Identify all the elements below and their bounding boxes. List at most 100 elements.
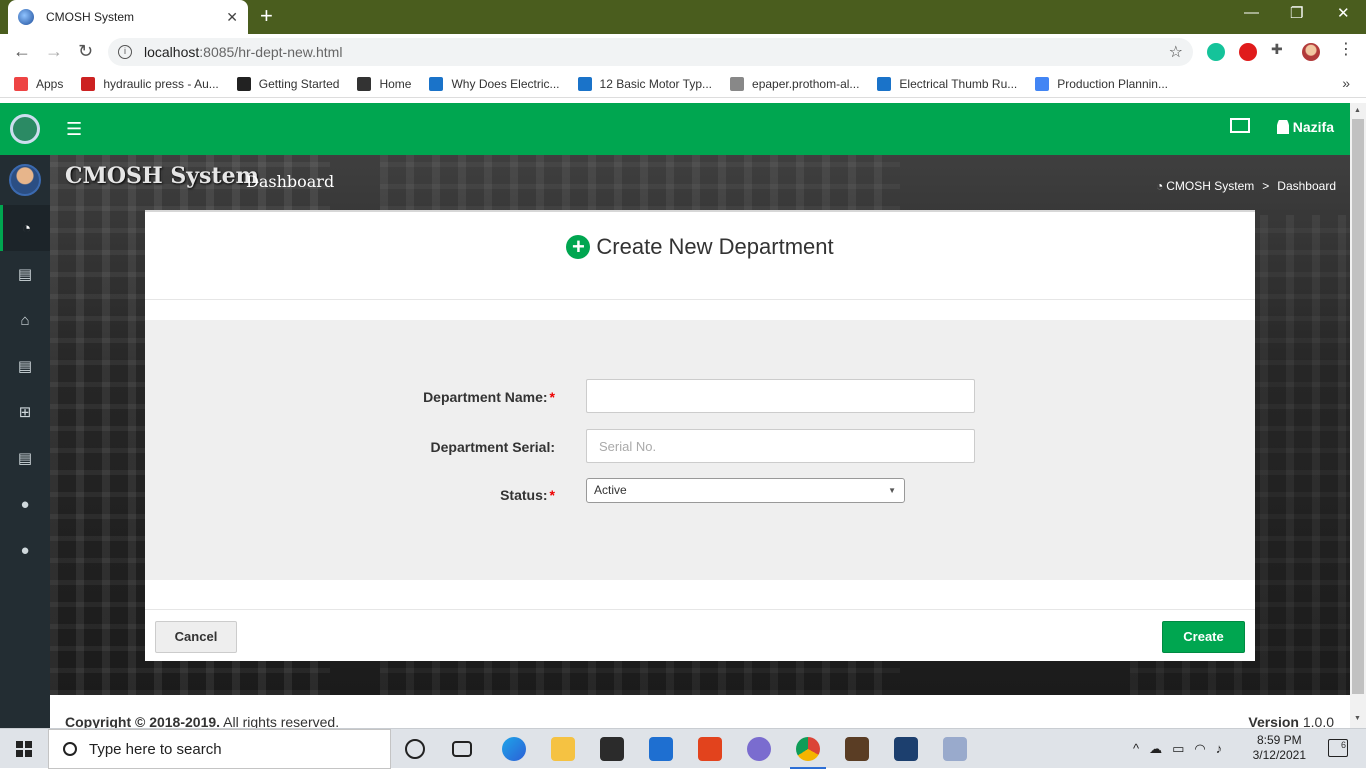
- bookmark-star-icon[interactable]: ☆: [1169, 42, 1183, 62]
- bookmark-item[interactable]: hydraulic press - Au...: [81, 76, 219, 91]
- mail-icon[interactable]: [649, 737, 673, 761]
- extensions-puzzle-icon[interactable]: ✚: [1271, 41, 1289, 59]
- scroll-up-icon[interactable]: ▲: [1354, 107, 1361, 114]
- browser-tab[interactable]: CMOSH System ✕: [8, 0, 248, 34]
- close-tab-icon[interactable]: ✕: [226, 9, 238, 26]
- sidebar-item-medical[interactable]: ⊞: [0, 389, 50, 435]
- windows-start-icon[interactable]: [16, 741, 32, 757]
- app-taskbar-icon[interactable]: [845, 737, 869, 761]
- sidebar-item-hr[interactable]: ▤: [0, 251, 50, 297]
- profile-avatar-icon[interactable]: [1302, 43, 1320, 61]
- scrollbar-thumb[interactable]: [1352, 119, 1364, 694]
- forward-icon[interactable]: →: [45, 41, 63, 62]
- taskbar-search-box[interactable]: Type here to search: [48, 729, 391, 769]
- sidebar-item-records[interactable]: ▤: [0, 343, 50, 389]
- id-card-icon: ▤: [17, 266, 33, 283]
- sidebar-item-dashboard[interactable]: ◔: [0, 205, 50, 251]
- new-tab-icon[interactable]: +: [260, 5, 273, 27]
- adblock-extension-icon[interactable]: [1239, 43, 1257, 61]
- notification-center-icon[interactable]: 6: [1328, 739, 1348, 757]
- sidebar-item-store[interactable]: ⌂: [0, 297, 50, 343]
- status-row: Status: * Active ▼: [145, 478, 1255, 512]
- address-bar[interactable]: i localhost:8085/hr-dept-new.html ☆: [108, 38, 1193, 66]
- basket-icon: ⌂: [20, 311, 30, 329]
- department-serial-row: Department Serial:: [145, 429, 1255, 463]
- doc-icon: [877, 76, 892, 91]
- back-icon[interactable]: ←: [13, 41, 31, 62]
- sidebar-item-users[interactable]: ●: [0, 481, 50, 527]
- browser-tab-bar: CMOSH System ✕ + — ❐ ✕: [0, 0, 1366, 34]
- chevron-up-icon[interactable]: ^: [1133, 741, 1139, 757]
- restore-icon[interactable]: ❐: [1290, 4, 1303, 22]
- chrome-taskbar-icon[interactable]: [790, 737, 826, 769]
- page-title: CMOSH System: [65, 163, 259, 189]
- status-selected-value: Active: [594, 483, 627, 497]
- bookmark-item[interactable]: epaper.prothom-al...: [730, 76, 859, 91]
- bookmarks-bar: Apps hydraulic press - Au... Getting Start…: [0, 70, 1366, 98]
- breadcrumb-current: Dashboard: [1277, 179, 1336, 193]
- wifi-icon[interactable]: ◠: [1194, 741, 1205, 757]
- volume-icon[interactable]: ♪: [1216, 741, 1223, 757]
- taskbar-search-placeholder: Type here to search: [89, 740, 222, 758]
- form-title: Create New Department: [596, 234, 834, 259]
- card-title: + Create New Department: [145, 234, 1255, 260]
- gc-icon: [81, 76, 96, 91]
- bookmark-item[interactable]: Home: [357, 76, 412, 91]
- sidebar-item-profile[interactable]: ●: [0, 527, 50, 573]
- bookmarks-overflow-icon[interactable]: »: [1342, 75, 1350, 91]
- department-serial-input[interactable]: [586, 429, 975, 463]
- paint-icon[interactable]: [943, 737, 967, 761]
- hamburger-menu-icon[interactable]: ☰: [66, 119, 82, 140]
- department-name-label: Department Name: *: [423, 389, 555, 405]
- onedrive-icon[interactable]: ☁: [1149, 741, 1162, 757]
- app-logo[interactable]: [0, 103, 50, 155]
- code-editor-icon[interactable]: [894, 737, 918, 761]
- user-name: Nazifa: [1292, 119, 1334, 135]
- bookmark-label: hydraulic press - Au...: [103, 76, 219, 91]
- task-view-icon[interactable]: [452, 741, 472, 757]
- bookmark-item[interactable]: Getting Started: [236, 76, 339, 91]
- bookmark-item[interactable]: Apps: [14, 76, 63, 91]
- sidebar-user-avatar[interactable]: [0, 155, 50, 205]
- monitor-icon[interactable]: [1230, 118, 1250, 133]
- system-tray: ^ ☁ ▭ ◠ ♪: [1133, 741, 1222, 757]
- edge-icon[interactable]: [502, 737, 526, 761]
- divider: [145, 299, 1255, 300]
- sidebar: ◔ ▤ ⌂ ▤ ⊞ ▤ ● ●: [0, 103, 50, 728]
- sidebar-item-employees[interactable]: ▤: [0, 435, 50, 481]
- file-explorer-icon[interactable]: [551, 737, 575, 761]
- avatar: [9, 164, 41, 196]
- cortana-icon[interactable]: [405, 739, 425, 759]
- cancel-button[interactable]: Cancel: [155, 621, 237, 653]
- chrome-menu-icon[interactable]: ⋮: [1338, 39, 1356, 58]
- bookmark-item[interactable]: Production Plannin...: [1035, 76, 1168, 91]
- window-close-icon[interactable]: ✕: [1337, 4, 1350, 22]
- site-info-icon[interactable]: i: [118, 45, 132, 59]
- bookmark-item[interactable]: Why Does Electric...: [429, 76, 560, 91]
- url-text: localhost:8085/hr-dept-new.html: [144, 44, 343, 60]
- clock[interactable]: 8:59 PM 3/12/2021: [1253, 733, 1306, 763]
- breadcrumb-home[interactable]: CMOSH System: [1166, 179, 1254, 193]
- minimize-icon[interactable]: —: [1244, 4, 1259, 21]
- id-card-icon: ▤: [17, 450, 33, 467]
- create-button[interactable]: Create: [1162, 621, 1245, 653]
- user-menu[interactable]: Nazifa: [1276, 119, 1334, 135]
- store-icon[interactable]: [600, 737, 624, 761]
- bookmark-item[interactable]: 12 Basic Motor Typ...: [577, 76, 712, 91]
- bookmark-label: Why Does Electric...: [451, 76, 560, 91]
- grammarly-extension-icon[interactable]: [1207, 43, 1225, 61]
- page-scrollbar[interactable]: ▲ ▼: [1350, 103, 1366, 728]
- clock-date: 3/12/2021: [1252, 748, 1306, 762]
- department-name-input[interactable]: [586, 379, 975, 413]
- bookmark-item[interactable]: Electrical Thumb Ru...: [877, 76, 1017, 91]
- logo-emblem-icon: [10, 114, 40, 144]
- top-navbar: ☰ Nazifa: [50, 103, 1350, 155]
- bookmark-label: Home: [379, 76, 412, 91]
- globe-icon: [357, 76, 372, 91]
- scroll-down-icon[interactable]: ▼: [1354, 715, 1361, 722]
- reload-icon[interactable]: ↻: [78, 41, 93, 62]
- browser-app-icon[interactable]: [747, 737, 771, 761]
- status-select[interactable]: Active ▼: [586, 478, 905, 503]
- battery-icon[interactable]: ▭: [1172, 741, 1184, 757]
- office-icon[interactable]: [698, 737, 722, 761]
